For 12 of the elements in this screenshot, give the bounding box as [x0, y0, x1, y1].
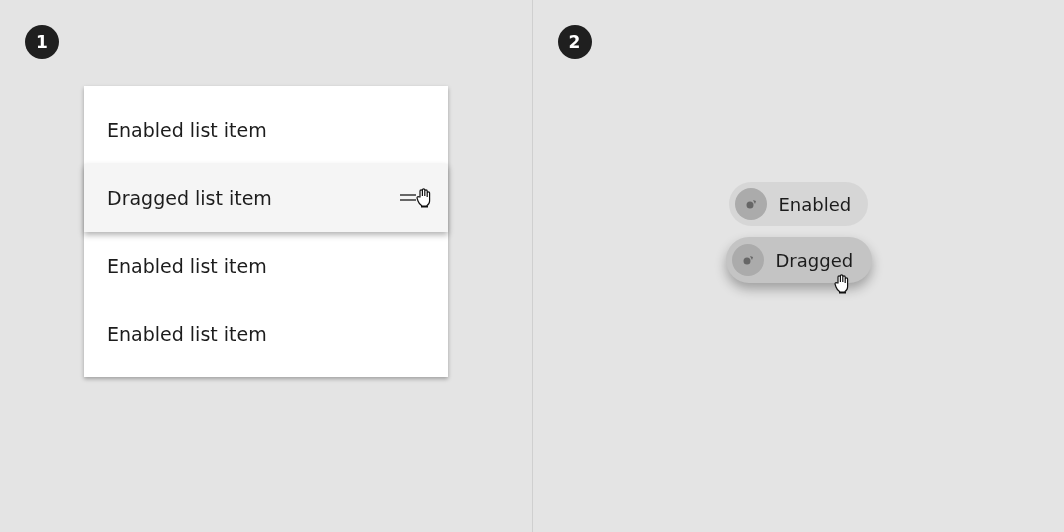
- chip[interactable]: Enabled: [728, 182, 869, 226]
- list-item[interactable]: Enabled list item: [84, 232, 448, 300]
- hand-cursor-icon: [834, 274, 851, 294]
- hand-cursor-icon: [416, 188, 432, 208]
- avatar-icon: [731, 244, 764, 276]
- drag-handle-icon[interactable]: [400, 194, 416, 202]
- list-item[interactable]: Enabled list item: [84, 300, 448, 368]
- list-item[interactable]: Enabled list item: [84, 96, 448, 164]
- step-number: 1: [25, 25, 59, 59]
- list-item[interactable]: Dragged list item: [84, 164, 448, 232]
- step-number: 2: [557, 25, 592, 59]
- avatar-icon: [734, 188, 767, 220]
